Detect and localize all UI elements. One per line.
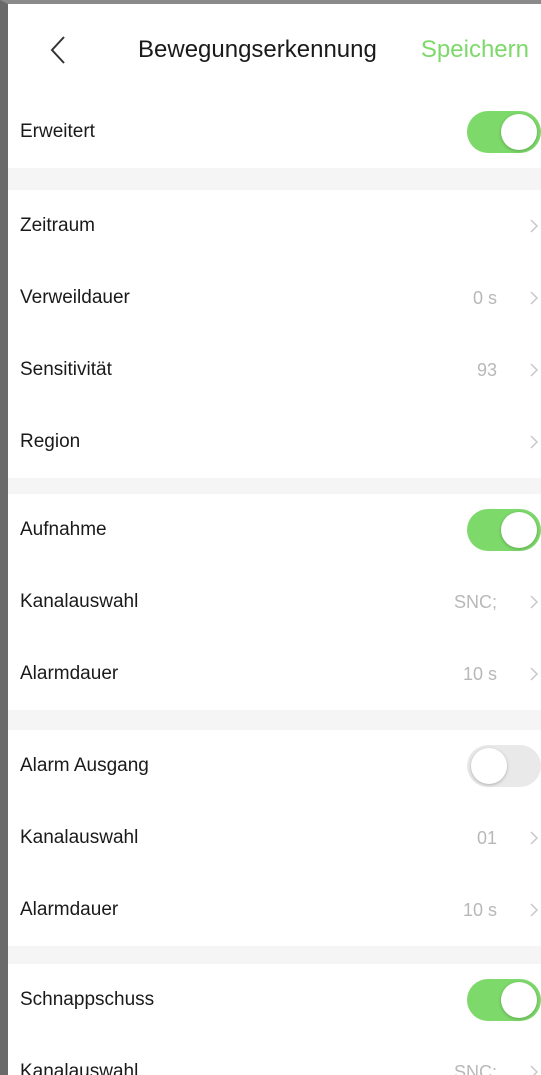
alarm-output-duration-label: Alarmdauer <box>20 899 119 920</box>
chevron-right-icon <box>529 434 539 450</box>
snapshot-row: Schnappschuss <box>8 964 541 1036</box>
toggle-knob <box>501 114 537 150</box>
alarm-output-toggle[interactable] <box>467 745 541 787</box>
recording-section: Aufnahme Kanalauswahl SNC; Alarmdauer 10… <box>8 494 541 710</box>
save-button[interactable]: Speichern <box>421 36 529 64</box>
alarm-output-channel-value: 01 <box>476 827 497 848</box>
sensitivity-value: 93 <box>476 359 497 380</box>
alarm-output-channel-row[interactable]: Kanalauswahl 01 <box>8 802 541 874</box>
alarm-output-row: Alarm Ausgang <box>8 730 541 802</box>
chevron-left-icon <box>50 36 65 64</box>
snapshot-channel-row[interactable]: Kanalauswahl SNC; <box>8 1036 541 1075</box>
recording-duration-row[interactable]: Alarmdauer 10 s <box>8 638 541 710</box>
chevron-right-icon <box>529 666 539 682</box>
alarm-output-duration-value: 10 s <box>462 899 497 920</box>
advanced-section: Erweitert <box>8 96 541 168</box>
chevron-right-icon <box>529 290 539 306</box>
advanced-toggle[interactable] <box>467 111 541 153</box>
toggle-knob <box>501 512 537 548</box>
snapshot-toggle[interactable] <box>467 979 541 1021</box>
snapshot-channel-label: Kanalauswahl <box>20 1061 139 1075</box>
sensitivity-row[interactable]: Sensitivität 93 <box>8 334 541 406</box>
recording-channel-row[interactable]: Kanalauswahl SNC; <box>8 566 541 638</box>
nav-header: Bewegungserkennung Speichern <box>8 4 541 96</box>
advanced-row: Erweitert <box>8 96 541 168</box>
snapshot-section: Schnappschuss Kanalauswahl SNC; <box>8 964 541 1075</box>
recording-label: Aufnahme <box>20 519 107 540</box>
period-row[interactable]: Zeitraum <box>8 190 541 262</box>
recording-row: Aufnahme <box>8 494 541 566</box>
recording-duration-value: 10 s <box>462 663 497 684</box>
toggle-knob <box>501 982 537 1018</box>
alarm-output-channel-label: Kanalauswahl <box>20 827 139 848</box>
snapshot-channel-value: SNC; <box>453 1061 497 1075</box>
page-title: Bewegungserkennung <box>138 36 377 63</box>
dwell-row[interactable]: Verweildauer 0 s <box>8 262 541 334</box>
dwell-value: 0 s <box>472 287 497 308</box>
chevron-right-icon <box>529 902 539 918</box>
recording-duration-label: Alarmdauer <box>20 663 119 684</box>
app-screen: Bewegungserkennung Speichern Erweitert Z… <box>0 0 541 1075</box>
region-row[interactable]: Region <box>8 406 541 478</box>
chevron-right-icon <box>529 362 539 378</box>
detection-settings-section: Zeitraum Verweildauer 0 s Sensitivität 9… <box>8 190 541 478</box>
chevron-right-icon <box>529 1064 539 1075</box>
alarm-output-section: Alarm Ausgang Kanalauswahl 01 Alarmdauer… <box>8 730 541 946</box>
chevron-right-icon <box>529 218 539 234</box>
toggle-knob <box>471 748 507 784</box>
sensitivity-label: Sensitivität <box>20 359 112 380</box>
recording-channel-label: Kanalauswahl <box>20 591 139 612</box>
region-label: Region <box>20 431 81 452</box>
advanced-label: Erweitert <box>20 121 95 142</box>
snapshot-label: Schnappschuss <box>20 989 155 1010</box>
alarm-output-duration-row[interactable]: Alarmdauer 10 s <box>8 874 541 946</box>
back-button[interactable] <box>38 28 78 72</box>
recording-channel-value: SNC; <box>453 591 497 612</box>
chevron-right-icon <box>529 594 539 610</box>
dwell-label: Verweildauer <box>20 287 130 308</box>
recording-toggle[interactable] <box>467 509 541 551</box>
chevron-right-icon <box>529 830 539 846</box>
alarm-output-label: Alarm Ausgang <box>20 755 149 776</box>
period-label: Zeitraum <box>20 215 95 236</box>
